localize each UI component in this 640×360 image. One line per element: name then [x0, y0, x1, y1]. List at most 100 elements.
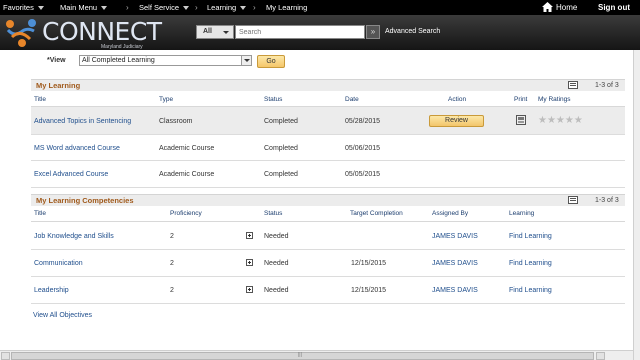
search-scope-label: All [203, 28, 212, 35]
my-learning-title-bar: My Learning 1-3 of 3 [31, 79, 625, 91]
scroll-right-arrow-icon[interactable] [596, 352, 605, 360]
competency-status: Needed [264, 287, 289, 294]
my-learning-title: My Learning [36, 81, 81, 90]
learning-type: Academic Course [159, 171, 215, 178]
home-link[interactable]: Home [542, 0, 577, 15]
column-header-status: Status [264, 96, 283, 103]
learning-date: 05/06/2015 [345, 145, 381, 152]
scroll-left-arrow-icon[interactable] [1, 352, 10, 360]
competency-target-completion: 12/15/2015 [351, 260, 387, 267]
breadcrumb-learning-label: Learning [207, 3, 237, 12]
learning-status: Completed [264, 118, 298, 125]
column-header-type: Type [159, 96, 174, 103]
search-input[interactable] [235, 25, 365, 39]
column-header-action: Action [448, 96, 467, 103]
column-header-proficiency: Proficiency [170, 210, 202, 217]
expand-icon[interactable] [246, 286, 253, 293]
competency-title-link[interactable]: Job Knowledge and Skills [34, 232, 114, 241]
view-all-objectives-link[interactable]: View All Objectives [33, 312, 92, 319]
competency-status: Needed [264, 233, 289, 240]
find-learning-link[interactable]: Find Learning [509, 259, 552, 268]
find-learning-link[interactable]: Find Learning [509, 286, 552, 295]
grid-download-icon[interactable] [568, 81, 578, 89]
learning-type: Classroom [159, 118, 193, 125]
column-header-assigned-by: Assigned By [432, 210, 469, 217]
view-select-value: All Completed Learning [82, 57, 155, 64]
find-learning-link[interactable]: Find Learning [509, 232, 552, 241]
chevron-down-icon [223, 31, 229, 34]
my-learning-row-count: 1-3 of 3 [595, 82, 619, 89]
breadcrumb-separator: › [253, 3, 256, 12]
scrollbar-grip-icon: ||| [298, 352, 302, 358]
advanced-search-link[interactable]: Advanced Search [385, 28, 440, 35]
column-header-target-completion: Target Completion [350, 210, 403, 217]
main-menu[interactable]: Main Menu [60, 0, 108, 15]
scrollbar-thumb[interactable] [11, 352, 594, 360]
chevron-down-icon [37, 6, 44, 11]
expand-icon[interactable] [246, 232, 253, 239]
competency-title-link[interactable]: Communication [34, 259, 83, 268]
rating-stars[interactable]: ★★★★★ [538, 115, 583, 126]
favorites-label: Favorites [3, 3, 34, 12]
home-icon [542, 2, 553, 12]
go-button[interactable]: Go [257, 55, 285, 68]
column-header-date: Date [345, 96, 359, 103]
row-divider [31, 160, 625, 161]
column-header-title: Title [34, 210, 47, 217]
logo-subtitle: Maryland Judiciary [101, 44, 143, 50]
grid-download-icon[interactable] [568, 196, 578, 204]
breadcrumb-learning[interactable]: Learning [207, 0, 247, 15]
learning-date: 05/28/2015 [345, 118, 381, 125]
favorites-menu[interactable]: Favorites [3, 0, 44, 15]
column-header-learning: Learning [509, 210, 535, 217]
assigned-by-link[interactable]: JAMES DAVIS [432, 259, 478, 268]
assigned-by-link[interactable]: JAMES DAVIS [432, 286, 478, 295]
learning-status: Completed [264, 145, 298, 152]
print-icon[interactable] [516, 115, 526, 125]
search-go-button[interactable]: » [366, 25, 380, 39]
breadcrumb-self-service[interactable]: Self Service [139, 0, 190, 15]
home-label: Home [556, 3, 578, 12]
header-divider [31, 221, 625, 222]
review-button[interactable]: Review [429, 115, 484, 127]
horizontal-scrollbar[interactable]: ||| [0, 350, 633, 360]
view-label: *View [47, 57, 66, 64]
learning-title-link[interactable]: MS Word advanced Course [34, 144, 120, 153]
competencies-title-bar: My Learning Competencies 1-3 of 3 [31, 194, 625, 206]
column-header-status: Status [264, 210, 283, 217]
competency-proficiency: 2 [170, 260, 174, 267]
competency-status: Needed [264, 260, 289, 267]
learning-title-link[interactable]: Advanced Topics in Sentencing [34, 117, 131, 126]
breadcrumb-my-learning-label: My Learning [266, 3, 308, 12]
view-select[interactable]: All Completed Learning [79, 55, 252, 66]
vertical-scrollbar[interactable] [633, 50, 640, 360]
learning-title-link[interactable]: Excel Advanced Course [34, 170, 108, 179]
competency-proficiency: 2 [170, 233, 174, 240]
top-navigation-bar: Favorites Main Menu › Self Service › Lea… [0, 0, 640, 15]
row-divider [31, 276, 625, 277]
expand-icon[interactable] [246, 259, 253, 266]
column-header-print: Print [514, 96, 528, 103]
chevron-down-icon [183, 6, 190, 11]
learning-date: 05/05/2015 [345, 171, 381, 178]
main-menu-label: Main Menu [60, 3, 98, 12]
chevron-down-icon [101, 6, 108, 11]
competency-target-completion: 12/15/2015 [351, 287, 387, 294]
breadcrumb-separator: › [126, 3, 129, 12]
competency-proficiency: 2 [170, 287, 174, 294]
breadcrumb-my-learning: My Learning [266, 0, 307, 15]
assigned-by-link[interactable]: JAMES DAVIS [432, 232, 478, 241]
competencies-row-count: 1-3 of 3 [595, 197, 619, 204]
sign-out-link[interactable]: Sign out [598, 0, 630, 15]
row-divider [31, 249, 625, 250]
competencies-title: My Learning Competencies [36, 196, 134, 205]
learning-status: Completed [264, 171, 298, 178]
row-divider [31, 134, 625, 135]
search-scope-dropdown[interactable]: All [196, 25, 234, 39]
breadcrumb-self-service-label: Self Service [139, 3, 180, 12]
breadcrumb-separator: › [195, 3, 198, 12]
competency-title-link[interactable]: Leadership [34, 286, 69, 295]
row-divider [31, 187, 625, 188]
column-header-title: Title [34, 96, 47, 103]
row-divider [31, 303, 625, 304]
